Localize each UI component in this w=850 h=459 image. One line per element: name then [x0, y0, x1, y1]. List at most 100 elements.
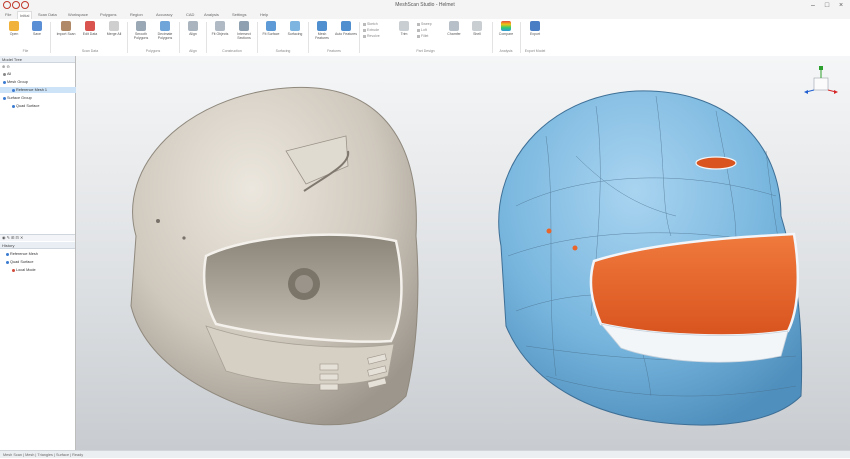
model-panel-header: Model Tree: [0, 56, 75, 63]
merge-all-button[interactable]: Merge All: [103, 21, 125, 49]
ribbon-separator: [257, 22, 258, 53]
decimate-polygons-button[interactable]: Decimate Polygons: [154, 21, 176, 49]
fit-objects-icon: [215, 21, 225, 31]
ribbon-tabs: File Initial Scan Data Workspace Polygon…: [0, 11, 850, 20]
tab-region[interactable]: Region: [130, 11, 143, 19]
extrude-button[interactable]: Extrude: [363, 28, 379, 32]
open-button[interactable]: Open: [3, 21, 25, 49]
quad-surface-helmet[interactable]: [498, 90, 803, 426]
tab-settings[interactable]: Settings: [232, 11, 246, 19]
fit-objects-button[interactable]: Fit Objects: [209, 21, 231, 49]
ribbon-separator: [127, 22, 128, 53]
tab-workspace[interactable]: Workspace: [68, 11, 88, 19]
history-item[interactable]: Quad Surface: [0, 259, 81, 265]
edit-data-button[interactable]: Edit Data: [79, 21, 101, 49]
history-item[interactable]: Local Mode: [0, 267, 87, 273]
group-label-polygons: Polygons: [145, 49, 161, 53]
tab-scan-data[interactable]: Scan Data: [38, 11, 57, 19]
chamfer-button[interactable]: Chamfer: [443, 21, 465, 49]
smooth-icon: [136, 21, 146, 31]
model-panel-toolbar: ⊕ ⊖: [2, 64, 10, 69]
mesh-features-icon: [317, 21, 327, 31]
sketch-button[interactable]: Sketch: [363, 22, 378, 26]
chamfer-icon: [449, 21, 459, 31]
ribbon-separator: [359, 22, 360, 53]
minimize-icon[interactable]: –: [806, 0, 820, 11]
sweep-button[interactable]: Sweep: [417, 22, 432, 26]
tab-polygons[interactable]: Polygons: [100, 11, 116, 19]
ribbon: Open Save File Import Scan Edit Data Mer…: [0, 19, 850, 57]
align-icon: [188, 21, 198, 31]
export-icon: [530, 21, 540, 31]
mesh-icon: [12, 88, 15, 92]
import-scan-button[interactable]: Import Scan: [55, 21, 77, 49]
group-label-scan-data: Scan Data: [81, 49, 99, 53]
mesh-icon: [6, 252, 9, 256]
loft-button[interactable]: Loft: [417, 28, 427, 32]
3d-viewport[interactable]: [76, 56, 850, 450]
ribbon-separator: [50, 22, 51, 53]
tree-item-quad-surface[interactable]: Quad Surface: [0, 103, 87, 109]
ribbon-separator: [308, 22, 309, 53]
save-button[interactable]: Save: [26, 21, 48, 49]
tree-item-surface-group[interactable]: Surface Group: [0, 95, 78, 101]
auto-features-icon: [341, 21, 351, 31]
trim-icon: [399, 21, 409, 31]
scan-import-icon: [61, 21, 71, 31]
align-button[interactable]: Align: [182, 21, 204, 49]
surfacing-icon: [290, 21, 300, 31]
surface-icon: [6, 260, 9, 264]
smooth-polygons-button[interactable]: Smooth Polygons: [130, 21, 152, 49]
viewport-canvas: [130, 66, 838, 426]
revolve-button[interactable]: Revolve: [363, 34, 380, 38]
surfacing-button[interactable]: Surfacing: [284, 21, 306, 49]
surface-icon: [3, 96, 6, 100]
shell-icon: [472, 21, 482, 31]
tree-item-mesh-group[interactable]: Mesh Group: [0, 79, 78, 85]
intersect-sections-button[interactable]: Intersect Sections: [233, 21, 255, 49]
app-logo: [3, 1, 31, 10]
tab-accuracy[interactable]: Accuracy: [156, 11, 172, 19]
close-icon[interactable]: ×: [834, 0, 848, 11]
mesh-icon: [3, 80, 6, 84]
top-vent: [695, 156, 737, 170]
export-button[interactable]: Export: [524, 21, 546, 49]
node-icon: [3, 72, 6, 76]
compare-icon: [501, 21, 511, 31]
ribbon-separator: [492, 22, 493, 53]
tab-cad[interactable]: CAD: [186, 11, 194, 19]
merge-icon: [109, 21, 119, 31]
mesh-features-button[interactable]: Mesh Features: [311, 21, 333, 49]
scanned-helmet-mesh[interactable]: [130, 86, 419, 426]
ribbon-separator: [206, 22, 207, 53]
group-label-export-model: Export Model: [524, 49, 546, 53]
fillet-button[interactable]: Fillet: [417, 34, 428, 38]
tab-analysis[interactable]: Analysis: [204, 11, 219, 19]
group-label-part-design: Part Design: [416, 49, 435, 53]
trim-button[interactable]: Trim: [393, 21, 415, 49]
compare-button[interactable]: Compare: [495, 21, 517, 49]
decimate-icon: [160, 21, 170, 31]
tab-file[interactable]: File: [5, 11, 11, 19]
surface-icon: [12, 104, 15, 108]
status-bar: Mesh Scan | Mesh | Triangles | Surface |…: [0, 450, 850, 458]
edit-data-icon: [85, 21, 95, 31]
window-title: MeshScan Studio - Helmet: [395, 2, 455, 8]
tab-help[interactable]: Help: [260, 11, 268, 19]
fit-surface-button[interactable]: Fit Surface: [260, 21, 282, 49]
view-cube[interactable]: [804, 66, 838, 94]
maximize-icon[interactable]: □: [820, 0, 834, 11]
group-label-features: Features: [327, 49, 341, 53]
history-panel-header: History: [0, 242, 75, 249]
group-label-construction: Construction: [222, 49, 242, 53]
group-label-align: Align: [189, 49, 197, 53]
auto-features-button[interactable]: Auto Features: [335, 21, 357, 49]
history-item[interactable]: Reference Mesh: [0, 251, 81, 257]
title-bar: MeshScan Studio - Helmet – □ ×: [0, 0, 850, 11]
group-label-file: File: [22, 49, 29, 53]
shell-button[interactable]: Shell: [466, 21, 488, 49]
group-label-analysis: Analysis: [499, 49, 513, 53]
tree-item-reference-mesh[interactable]: Reference Mesh 1: [0, 87, 87, 93]
save-icon: [32, 21, 42, 31]
tree-item-all[interactable]: All: [0, 71, 78, 77]
